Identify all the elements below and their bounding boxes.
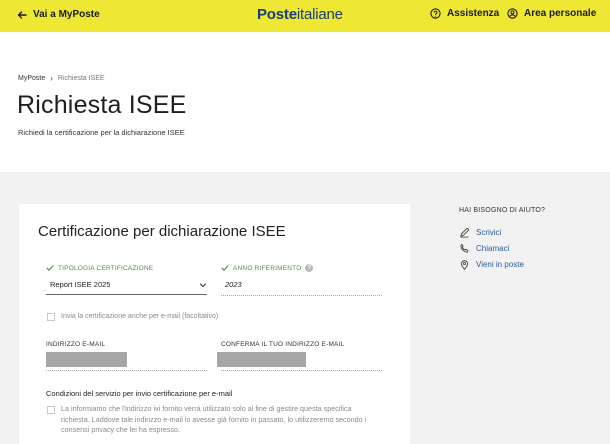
phone-icon — [460, 243, 469, 253]
page-subtitle: Richiedi la certificazione per la dichia… — [18, 128, 185, 137]
send-email-checkbox[interactable] — [47, 313, 55, 321]
poste-italiane-logo[interactable]: Posteitaliane — [257, 6, 343, 23]
info-icon[interactable]: ? — [305, 264, 314, 272]
chevron-right-icon: › — [50, 74, 53, 83]
anno-value: 2023 — [225, 280, 242, 289]
breadcrumb: MyPoste › Richiesta ISEE — [18, 74, 105, 83]
user-circle-icon — [507, 8, 518, 19]
anno-underline — [221, 295, 382, 296]
page-title: Richiesta ISEE — [17, 91, 187, 119]
help-item-label: Vieni in poste — [476, 260, 524, 269]
conditions-heading: Condizioni del servizio per invio certif… — [46, 389, 233, 398]
assistenza-link[interactable]: Assistenza — [430, 8, 499, 19]
email-field[interactable] — [46, 352, 127, 367]
email-underline — [46, 370, 207, 371]
chevron-down-icon[interactable] — [199, 281, 207, 289]
logo-normal-text: italiane — [296, 6, 343, 23]
breadcrumb-current: Richiesta ISEE — [57, 75, 105, 82]
confirm-email-label: CONFERMA IL TUO INDIRIZZO E-MAIL — [221, 341, 345, 348]
breadcrumb-myposte-link[interactable]: MyPoste — [18, 75, 45, 82]
tipologia-select-underline — [46, 294, 207, 295]
help-item-label: Scrivici — [476, 228, 502, 237]
checkmark-icon — [221, 265, 229, 271]
help-item-scrivici[interactable]: Scrivici — [459, 227, 501, 238]
top-bar: Vai a MyPoste Posteitaliane Assistenza A… — [0, 0, 610, 32]
send-email-checkbox-label: Invia la certificazione anche per e-mail… — [61, 313, 219, 320]
form-title: Certificazione per dichiarazione ISEE — [38, 223, 286, 240]
back-to-myposte-link[interactable]: Vai a MyPoste — [17, 9, 100, 20]
arrow-left-icon — [17, 10, 27, 19]
tipologia-label: TIPOLOGIA CERTIFICAZIONE — [46, 264, 153, 272]
tipologia-label-text: TIPOLOGIA CERTIFICAZIONE — [58, 264, 154, 272]
pencil-icon — [460, 227, 470, 238]
tipologia-select[interactable]: Report ISEE 2025 — [50, 280, 110, 289]
conditions-checkbox[interactable] — [47, 406, 55, 414]
confirm-email-field[interactable] — [217, 352, 306, 367]
help-circle-icon — [430, 8, 441, 19]
help-item-vieni-in-poste[interactable]: Vieni in poste — [459, 259, 524, 270]
anno-label-text: ANNO RIFERIMENTO — [233, 264, 302, 272]
area-personale-label: Area personale — [524, 8, 597, 19]
logo-bold-text: Poste — [257, 6, 297, 23]
help-item-label: Chiamaci — [476, 244, 510, 253]
checkmark-icon — [46, 265, 54, 271]
anno-label: ANNO RIFERIMENTO ? — [221, 264, 314, 272]
confirm-email-underline — [221, 370, 382, 371]
email-label: INDIRIZZO E-MAIL — [46, 341, 106, 348]
map-pin-icon — [460, 260, 469, 270]
assistenza-label: Assistenza — [447, 8, 500, 19]
back-label: Vai a MyPoste — [33, 9, 100, 20]
help-title: HAI BISOGNO DI AIUTO? — [459, 207, 546, 214]
area-personale-link[interactable]: Area personale — [507, 8, 596, 19]
help-item-chiamaci[interactable]: Chiamaci — [459, 243, 509, 254]
conditions-text: La informiamo che l'indirizzo ivi fornit… — [61, 404, 367, 434]
